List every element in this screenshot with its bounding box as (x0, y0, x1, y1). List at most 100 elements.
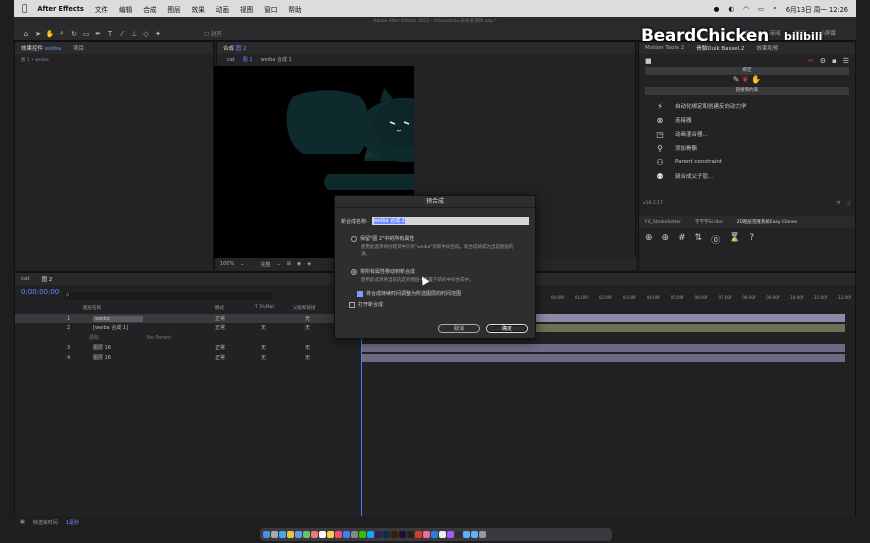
option-move[interactable]: 将所有属性移动到新合成 使用此选项将当前选定的图层一起置于新的中间合成中。 (335, 258, 535, 284)
wechat-icon[interactable] (359, 531, 366, 538)
more-icon[interactable]: ☰ (843, 57, 849, 65)
obs-icon[interactable] (455, 531, 462, 538)
folder-icon[interactable] (463, 531, 470, 538)
pen-tool-icon[interactable]: ✒ (92, 30, 104, 38)
radio-keep[interactable] (351, 235, 357, 242)
calendar-icon[interactable] (319, 531, 326, 538)
workspace-review[interactable]: 审阅 (769, 29, 780, 38)
stop-icon[interactable]: ■ (645, 57, 652, 65)
layer-parent[interactable]: 无 (305, 354, 310, 361)
col-trkmat[interactable]: T TrkMat (255, 305, 274, 310)
tool-anim-blender[interactable]: ◳ 动画混合器... (639, 127, 855, 141)
vscode-icon[interactable] (431, 531, 438, 538)
tab-timeline-comp2[interactable]: 图 2 (42, 275, 53, 283)
record-icon[interactable]: ● (714, 5, 720, 13)
music-icon[interactable] (335, 531, 342, 538)
launchpad-icon[interactable] (271, 531, 278, 538)
grid-icon[interactable]: ⊞ (287, 261, 291, 267)
layer-row[interactable]: 源标 No Parent (15, 333, 360, 342)
type-tool-icon[interactable]: T (104, 30, 116, 38)
brush-tool-icon[interactable]: ⁄ (116, 30, 128, 38)
menu-effect[interactable]: 效果 (192, 4, 205, 14)
option-keep[interactable]: 保留"图 2"中的所有属性 使用此选项将创建其中只有"weiba"的新中间合成。… (335, 225, 535, 258)
tab-project[interactable]: 项目 (73, 44, 84, 52)
quality-chevron-icon[interactable]: ⌄ (277, 261, 281, 267)
help-icon[interactable]: ? (749, 233, 754, 246)
bone-icon[interactable]: ✎ (733, 75, 740, 84)
tool-add-bone[interactable]: ⚲ 添加骨骼 (639, 141, 855, 155)
menu-file[interactable]: 文件 (95, 4, 108, 14)
menu-animation[interactable]: 动画 (216, 4, 229, 14)
quality-dropdown[interactable]: 完整 (261, 261, 271, 268)
hash-icon[interactable]: # (678, 233, 686, 246)
autorig-icon[interactable]: ❦ (742, 75, 749, 84)
add-icon[interactable]: ⊕ (662, 233, 670, 246)
zoom-chevron-icon[interactable]: ⌄ (240, 261, 244, 267)
time-ruler[interactable]: 00:00f 01:00f 02:00f 03:00f 04:00f 05:00… (551, 295, 851, 303)
tools-icon[interactable]: ⚒ (836, 201, 840, 207)
checkbox-open[interactable] (349, 301, 355, 308)
orbit-tool-icon[interactable]: ↻ (68, 30, 80, 38)
eraser-tool-icon[interactable]: ◇ (140, 30, 152, 38)
tab-effect-controls[interactable]: 效果控件 weiba (21, 44, 61, 52)
cancel-button[interactable]: 取消 (438, 324, 480, 333)
breadcrumb-cat[interactable]: cat (227, 57, 235, 63)
tab-easy-clones[interactable]: 2D图层克隆系统Easy Clones (737, 219, 797, 225)
ae-icon[interactable] (375, 531, 382, 538)
zoom-tool-icon[interactable]: ⌕ (56, 29, 68, 38)
zoom-dropdown[interactable]: 100% (220, 261, 234, 267)
tab-composition[interactable]: 合成 图 2 (223, 44, 247, 52)
checkbox-adjust[interactable] (357, 290, 363, 297)
camera-icon[interactable]: ▪ (832, 57, 837, 65)
ok-button[interactable]: 确定 (486, 324, 528, 333)
clock[interactable]: 6月13日 周一 12:26 (786, 4, 848, 14)
sync-icon[interactable]: ◐ (728, 5, 734, 13)
layer-trkmat[interactable]: 无 (261, 354, 266, 361)
qq-icon[interactable] (367, 531, 374, 538)
home-icon[interactable]: ⌂ (20, 30, 32, 38)
maps-icon[interactable] (303, 531, 310, 538)
apple-icon[interactable]:  (22, 4, 27, 14)
finder-icon[interactable] (263, 531, 270, 538)
ps-icon[interactable] (383, 531, 390, 538)
snap-checkbox[interactable]: ☐ 对齐 (204, 30, 222, 38)
safari-icon[interactable] (279, 531, 286, 538)
tab-strokesetter[interactable]: FX_StrokeSetter (645, 220, 681, 225)
layer-trkmat[interactable]: 无 (261, 344, 266, 351)
layer-row[interactable]: 1 weiba 正常 无 (15, 314, 360, 323)
tool-parent-child[interactable]: ⚉ 骑合成父子层... (639, 169, 855, 183)
crosshair-icon[interactable]: ⊕ (645, 233, 653, 246)
layer-search[interactable]: ρ (63, 292, 273, 300)
name-input[interactable]: weiba 合成 2 (371, 217, 529, 225)
figma-icon[interactable] (447, 531, 454, 538)
layer-row[interactable]: 4 图层 16 正常 无 无 (15, 353, 360, 362)
clone-tool-icon[interactable]: ⊥ (128, 30, 140, 38)
check-adjust-duration[interactable]: 将合成持续时间调整为所选图层的时间范围 (335, 284, 535, 297)
netease-icon[interactable] (415, 531, 422, 538)
menu-help[interactable]: 帮助 (288, 4, 301, 14)
duik-logo-icon[interactable]: ✂ (808, 57, 814, 65)
downloads-icon[interactable] (471, 531, 478, 538)
col-parent[interactable]: 父级和链接 (293, 305, 316, 311)
appstore-icon[interactable] (343, 531, 350, 538)
mail-icon[interactable] (295, 531, 302, 538)
layer-parent[interactable]: 无 (305, 324, 310, 331)
swap-icon[interactable]: ⇅ (695, 233, 703, 246)
menu-window[interactable]: 窗口 (264, 4, 277, 14)
layer-trkmat[interactable]: 无 (261, 324, 266, 331)
layer-row[interactable]: 3 图层 16 正常 无 无 (15, 343, 360, 352)
tool-connector[interactable]: ⊗ 连接器 (639, 113, 855, 127)
layer-bar[interactable] (361, 354, 845, 362)
wifi-icon[interactable]: ◠ (743, 5, 749, 13)
reset-icon[interactable]: ⓪ (711, 233, 720, 246)
terminal-icon[interactable] (407, 531, 414, 538)
hand-icon[interactable]: ✋ (751, 75, 761, 84)
channel-icon[interactable]: ◈ (307, 261, 311, 267)
menu-edit[interactable]: 编辑 (119, 4, 132, 14)
rectangle-tool-icon[interactable]: ▭ (80, 30, 92, 38)
tab-scribe[interactable]: 字节字Scribe (695, 219, 723, 225)
chrome-icon[interactable] (287, 531, 294, 538)
timecode[interactable]: 0:00:00:00 (21, 288, 59, 296)
photos-icon[interactable] (311, 531, 318, 538)
battery-icon[interactable]: ▭ (758, 5, 764, 13)
